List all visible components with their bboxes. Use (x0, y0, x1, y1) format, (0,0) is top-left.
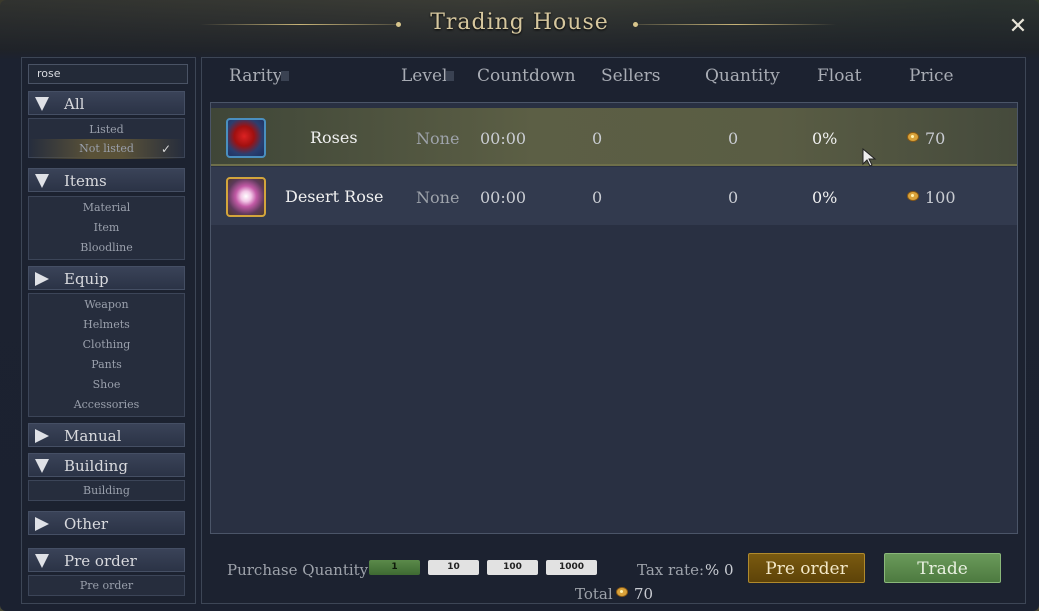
quantity-1000-button[interactable]: 1000 (546, 560, 597, 575)
column-header-countdown[interactable]: Countdown (477, 66, 576, 86)
sort-indicator (281, 71, 289, 81)
category-manual[interactable]: Manual (28, 423, 185, 447)
trade-button[interactable]: Trade (884, 553, 1001, 583)
item-quantity: 0 (728, 129, 739, 148)
total-value: 70 (634, 585, 654, 603)
quantity-1-button[interactable]: 1 (369, 560, 420, 575)
item-countdown: 00:00 (480, 129, 527, 148)
subitem-label: Not listed (79, 142, 134, 155)
category-all-submenu: Listed Not listed ✓ (28, 118, 185, 159)
chevron-down-icon (35, 174, 49, 188)
subitem-item[interactable]: Item (29, 218, 184, 238)
category-items[interactable]: Items (28, 168, 185, 192)
category-equip[interactable]: Equip (28, 266, 185, 290)
close-icon[interactable]: ✕ (1007, 16, 1029, 38)
coin-icon (616, 587, 628, 597)
item-countdown: 00:00 (480, 188, 527, 207)
sort-indicator (446, 71, 454, 81)
item-float: 0% (812, 129, 838, 148)
purchase-quantity-label: Purchase Quantity (227, 561, 369, 579)
subitem-clothing[interactable]: Clothing (29, 335, 184, 355)
subitem-listed[interactable]: Listed (29, 120, 184, 140)
chevron-right-icon (35, 517, 49, 531)
subitem-accessories[interactable]: Accessories (29, 395, 184, 415)
preorder-button[interactable]: Pre order (748, 553, 865, 583)
subitem-material[interactable]: Material (29, 198, 184, 218)
category-label: Items (64, 172, 107, 190)
total-label: Total (575, 585, 613, 603)
tax-rate-value: % 0 (705, 561, 734, 579)
subitem-weapon[interactable]: Weapon (29, 295, 184, 315)
category-preorder[interactable]: Pre order (28, 548, 185, 572)
category-preorder-submenu: Pre order (28, 575, 185, 596)
price-value: 70 (925, 129, 946, 148)
category-label: Building (64, 457, 128, 475)
red-rose-icon (226, 118, 266, 158)
total-amount: 70 (616, 585, 653, 603)
category-label: Pre order (64, 552, 137, 570)
chevron-right-icon (35, 272, 49, 286)
chevron-down-icon (35, 554, 49, 568)
subitem-preorder[interactable]: Pre order (29, 576, 184, 596)
category-all[interactable]: All (28, 91, 185, 115)
quantity-100-button[interactable]: 100 (487, 560, 538, 575)
item-quantity: 0 (728, 188, 739, 207)
column-header-sellers[interactable]: Sellers (601, 66, 661, 86)
window-title: Trading House (430, 10, 609, 35)
subitem-bloodline[interactable]: Bloodline (29, 238, 184, 258)
chevron-down-icon (35, 97, 49, 111)
item-price: 70 (907, 129, 945, 148)
subitem-pants[interactable]: Pants (29, 355, 184, 375)
item-sellers: 0 (592, 129, 603, 148)
quantity-10-button[interactable]: 10 (428, 560, 479, 575)
column-header-quantity[interactable]: Quantity (705, 66, 780, 86)
category-building-submenu: Building (28, 480, 185, 501)
item-name: Desert Rose (285, 187, 384, 206)
item-float: 0% (812, 188, 838, 207)
category-label: Other (64, 515, 109, 533)
column-header-rarity[interactable]: Rarity (229, 66, 282, 86)
item-sellers: 0 (592, 188, 603, 207)
category-label: Equip (64, 270, 109, 288)
chevron-right-icon (35, 429, 49, 443)
coin-icon (907, 132, 919, 142)
checkmark-icon: ✓ (161, 142, 172, 156)
subitem-helmets[interactable]: Helmets (29, 315, 184, 335)
mouse-cursor-icon (862, 148, 877, 167)
tax-rate-label: Tax rate: (637, 561, 705, 579)
item-level: None (416, 129, 460, 148)
item-name: Roses (310, 128, 358, 147)
column-header-float[interactable]: Float (817, 66, 861, 86)
category-label: All (64, 95, 85, 113)
pink-flower-icon (226, 177, 266, 217)
coin-icon (907, 191, 919, 201)
category-building[interactable]: Building (28, 453, 185, 477)
subitem-building[interactable]: Building (29, 481, 184, 501)
price-value: 100 (925, 188, 956, 207)
search-input[interactable]: rose (28, 64, 188, 84)
subitem-not-listed[interactable]: Not listed ✓ (29, 139, 184, 159)
category-other[interactable]: Other (28, 511, 185, 535)
column-header-level[interactable]: Level (401, 66, 447, 86)
column-header-price[interactable]: Price (909, 66, 954, 86)
category-equip-submenu: Weapon Helmets Clothing Pants Shoe Acces… (28, 293, 185, 417)
chevron-down-icon (35, 459, 49, 473)
item-level: None (416, 188, 460, 207)
item-price: 100 (907, 188, 956, 207)
category-items-submenu: Material Item Bloodline (28, 196, 185, 260)
subitem-shoe[interactable]: Shoe (29, 375, 184, 395)
category-label: Manual (64, 427, 122, 445)
